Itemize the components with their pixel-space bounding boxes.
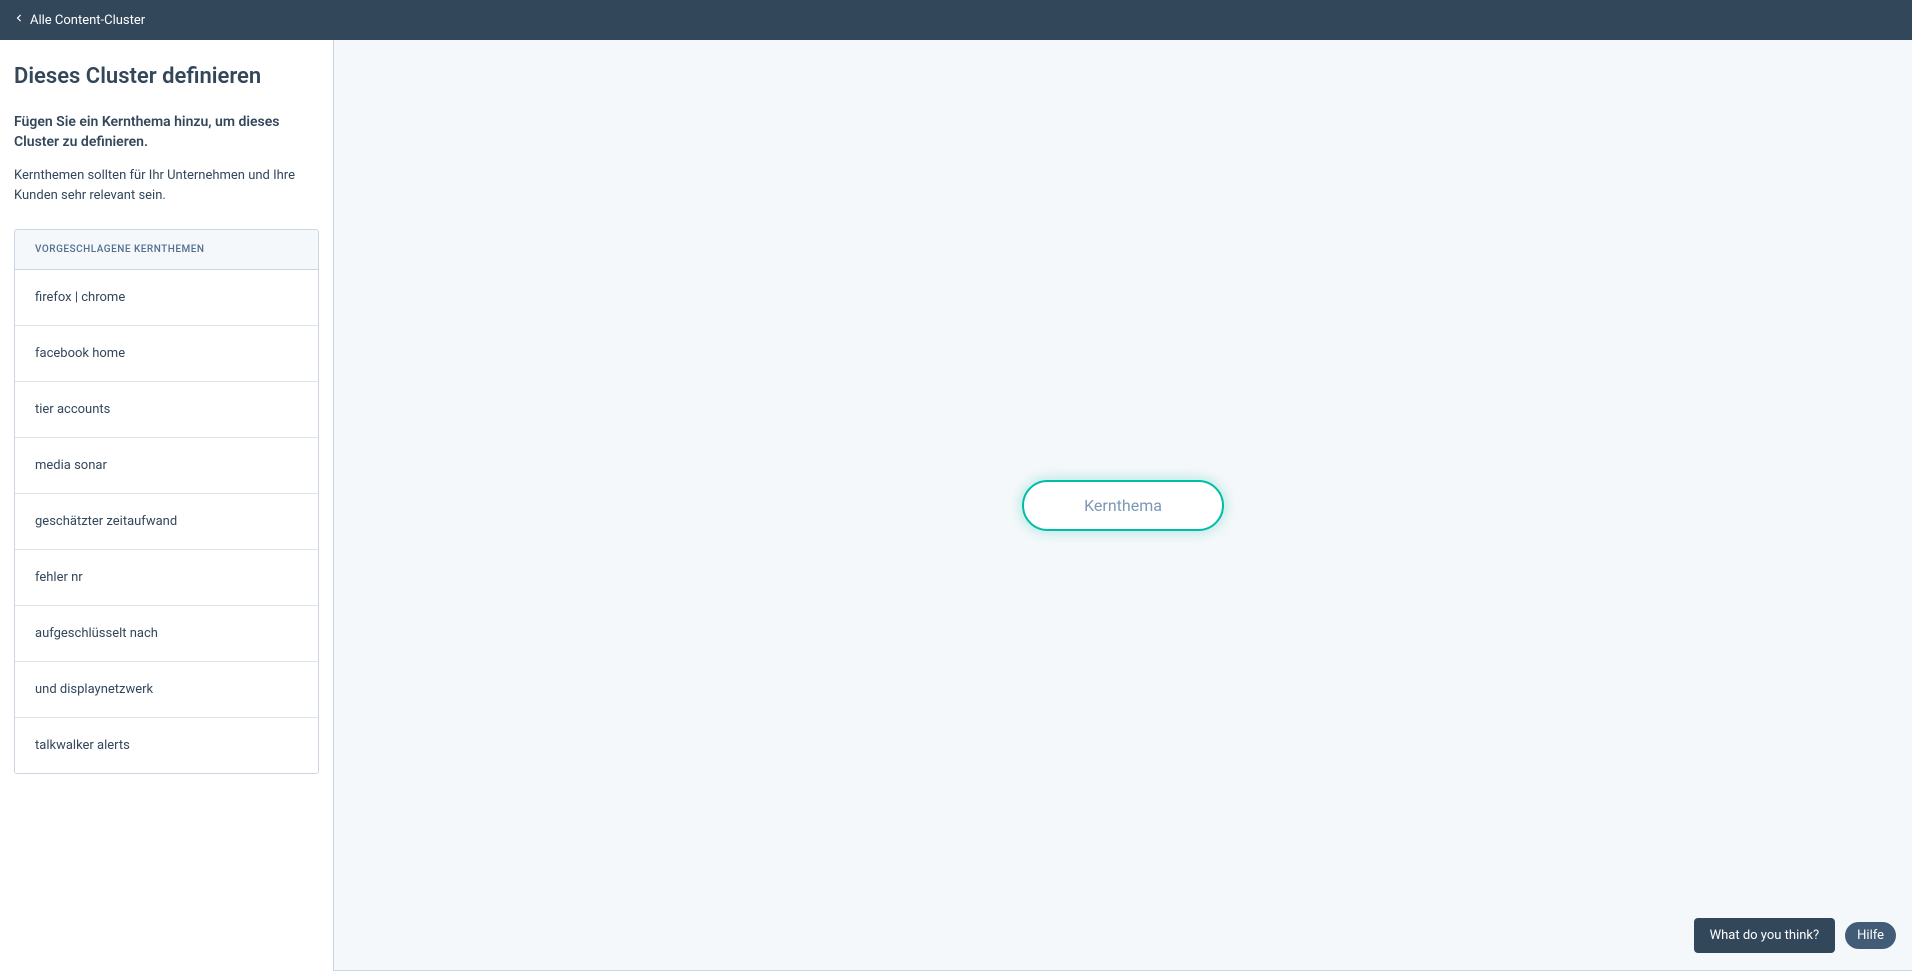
suggestion-item[interactable]: facebook home xyxy=(15,326,318,382)
feedback-button[interactable]: What do you think? xyxy=(1694,918,1836,953)
suggestion-item[interactable]: tier accounts xyxy=(15,382,318,438)
suggestion-item[interactable]: und displaynetzwerk xyxy=(15,662,318,718)
bottom-widgets: What do you think? Hilfe xyxy=(1694,918,1896,953)
suggestion-item[interactable]: firefox | chrome xyxy=(15,270,318,326)
main-container: Dieses Cluster definieren Fügen Sie ein … xyxy=(0,40,1912,971)
suggestion-item[interactable]: geschätzter zeitaufwand xyxy=(15,494,318,550)
back-link-label: Alle Content-Cluster xyxy=(30,13,145,28)
back-to-clusters-link[interactable]: Alle Content-Cluster xyxy=(12,11,145,29)
suggestions-container: VORGESCHLAGENE KERNTHEMEN firefox | chro… xyxy=(14,229,319,774)
suggestions-header: VORGESCHLAGENE KERNTHEMEN xyxy=(15,230,318,270)
core-topic-input[interactable]: Kernthema xyxy=(1022,480,1224,531)
suggestion-item[interactable]: fehler nr xyxy=(15,550,318,606)
suggestion-item[interactable]: media sonar xyxy=(15,438,318,494)
chevron-left-icon xyxy=(12,11,26,29)
content-area: Kernthema xyxy=(334,40,1912,971)
help-button[interactable]: Hilfe xyxy=(1845,922,1896,949)
suggestion-item[interactable]: aufgeschlüsselt nach xyxy=(15,606,318,662)
suggestion-item[interactable]: talkwalker alerts xyxy=(15,718,318,773)
header-bar: Alle Content-Cluster xyxy=(0,0,1912,40)
sidebar-subtitle: Fügen Sie ein Kernthema hinzu, um dieses… xyxy=(14,113,319,152)
sidebar-description: Kernthemen sollten für Ihr Unternehmen u… xyxy=(14,166,319,205)
page-title: Dieses Cluster definieren xyxy=(14,64,319,89)
sidebar: Dieses Cluster definieren Fügen Sie ein … xyxy=(0,40,334,971)
